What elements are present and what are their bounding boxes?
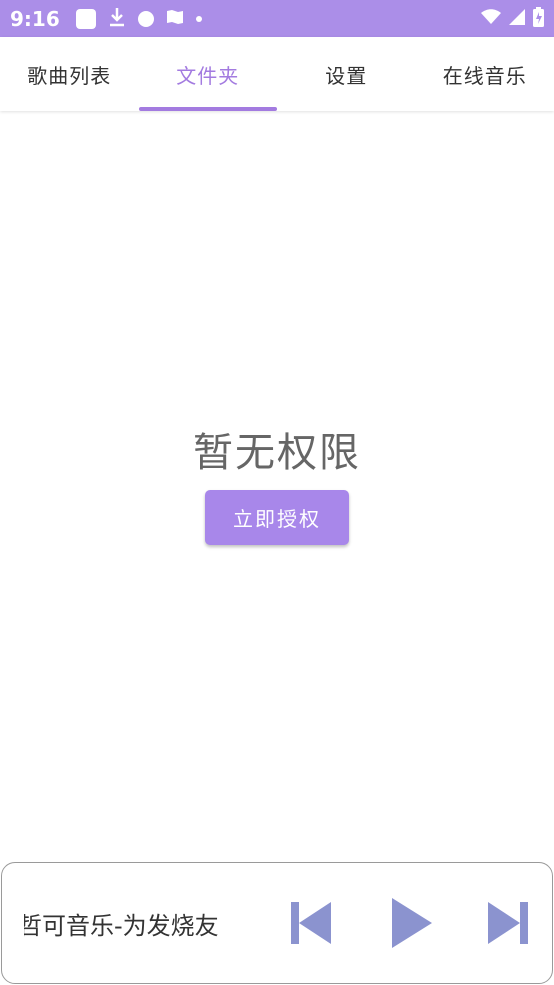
- tab-label: 歌曲列表: [27, 63, 112, 88]
- track-title: 哲可音乐-为发烧友: [24, 911, 219, 940]
- skip-next-icon: [482, 902, 532, 952]
- notification-icons: [75, 7, 202, 31]
- skip-previous-icon: [287, 902, 337, 952]
- empty-state-title: 暂无权限: [193, 430, 361, 476]
- circle-icon: [137, 10, 154, 27]
- track-title-container: 哲可音乐-为发烧友: [24, 863, 246, 983]
- download-icon: [108, 7, 126, 31]
- tab-label: 设置: [325, 63, 368, 88]
- mini-player[interactable]: 哲可音乐-为发烧友: [1, 862, 553, 984]
- tab-song-list[interactable]: 歌曲列表: [0, 37, 139, 111]
- battery-icon: [533, 6, 544, 31]
- tab-folder[interactable]: 文件夹: [138, 37, 278, 111]
- wifi-icon: [481, 8, 501, 29]
- tab-label: 文件夹: [176, 63, 240, 88]
- empty-state: 暂无权限 立即授权: [0, 420, 554, 545]
- more-notifications-icon: [195, 15, 202, 22]
- previous-button[interactable]: [287, 898, 337, 948]
- play-icon: [387, 898, 437, 952]
- app-notification-icon: [75, 8, 96, 29]
- status-bar: 9:16: [0, 0, 554, 37]
- tab-settings[interactable]: 设置: [277, 37, 416, 111]
- tab-label: 在线音乐: [442, 63, 527, 88]
- tab-bar: 歌曲列表 文件夹 设置 在线音乐: [0, 37, 554, 111]
- next-button[interactable]: [482, 898, 532, 948]
- play-button[interactable]: [387, 898, 437, 948]
- grant-permission-button[interactable]: 立即授权: [205, 490, 349, 545]
- status-time: 9:16: [10, 6, 60, 31]
- map-icon: [166, 9, 184, 29]
- signal-icon: [509, 8, 525, 29]
- tab-online-music[interactable]: 在线音乐: [416, 37, 554, 111]
